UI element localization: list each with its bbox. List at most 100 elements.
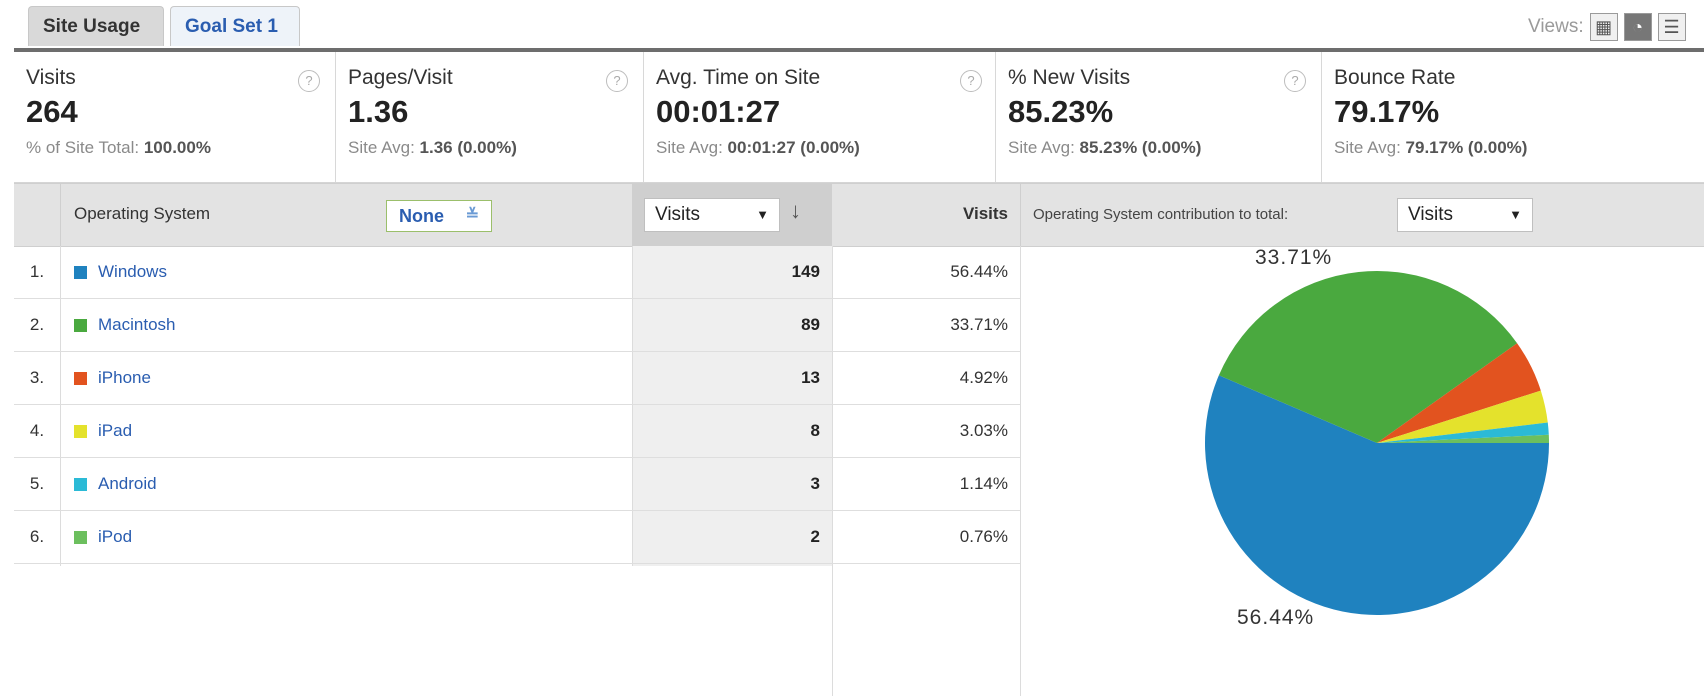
visits-value: 89 (801, 315, 820, 334)
caret-down-icon: ▼ (756, 207, 769, 222)
views-label: Views: (1528, 16, 1584, 37)
row-rank: 5. (29, 474, 45, 493)
pie-chart: 33.71% 56.44% (1020, 246, 1704, 696)
metric-visits: Visits 264 % of Site Total: 100.00% ? (14, 52, 336, 182)
series-color-swatch (74, 425, 87, 438)
visits-value: 2 (810, 527, 820, 546)
visits-header: Visits (832, 184, 1020, 246)
metric-sub-label: Site Avg: (656, 138, 723, 157)
series-color-swatch (74, 531, 87, 544)
metric-sub-value: 85.23% (0.00%) (1079, 138, 1202, 157)
metric-sub: Site Avg: 85.23% (0.00%) (1008, 138, 1321, 158)
rank-header (14, 184, 61, 246)
metric-sub-label: Site Avg: (1008, 138, 1075, 157)
metric-name: Avg. Time on Site (656, 66, 821, 89)
metric-sub-label: Site Avg: (1334, 138, 1401, 157)
report-tabs: Site Usage Goal Set 1 Views: ▦ ◔ ☰ (0, 0, 1704, 52)
pie-view-icon[interactable]: ◔ (1623, 13, 1652, 41)
contribution-metric-label: Visits (1408, 204, 1454, 225)
metric-avg-time-on-site: Avg. Time on Site 00:01:27 Site Avg: 00:… (644, 52, 996, 182)
metric-value: 79.17% (1334, 94, 1440, 129)
contribution-header: Operating System contribution to total: … (1020, 184, 1704, 246)
table-body: 1. Windows 149 56.44% 2. Macintosh 89 33.71% 3. i… (14, 246, 1020, 696)
sort-descending-icon[interactable]: ↓ (790, 198, 801, 224)
series-color-swatch (74, 372, 87, 385)
os-link[interactable]: iPod (98, 527, 132, 547)
dimension-header[interactable]: Operating System (74, 204, 210, 224)
help-icon[interactable]: ? (1284, 70, 1306, 92)
pie-label-windows: 56.44% (1237, 606, 1315, 629)
pie-label-macintosh: 33.71% (1255, 246, 1333, 269)
contribution-label: Operating System contribution to total: (1033, 206, 1289, 223)
visits-value: 149 (791, 262, 820, 281)
metric-name: % New Visits (1008, 66, 1131, 89)
contribution-metric-select[interactable]: Visits ▼ (1397, 198, 1533, 232)
visits-value: 3 (810, 474, 820, 493)
visits-percent: 3.03% (959, 421, 1008, 440)
visits-percent: 1.14% (959, 474, 1008, 493)
metric-value: 85.23% (1008, 94, 1114, 129)
tab-site-usage[interactable]: Site Usage (28, 6, 164, 46)
metric-name: Pages/Visit (348, 66, 453, 89)
metric-value: 264 (26, 94, 78, 129)
series-color-swatch (74, 319, 87, 332)
metric-bounce-rate: Bounce Rate 79.17% Site Avg: 79.17% (0.0… (1322, 52, 1704, 182)
table-header: Operating System None ≚ Visits ▼ ↓ Visit… (14, 183, 1704, 247)
pie-chart-svg (1205, 271, 1549, 615)
table-row: 2. Macintosh 89 33.71% (14, 299, 1020, 352)
table-row: 1. Windows 149 56.44% (14, 246, 1020, 299)
metric-sub-label: Site Avg: (348, 138, 415, 157)
table-row: 4. iPad 8 3.03% (14, 405, 1020, 458)
chevron-double-down-icon: ≚ (465, 207, 479, 224)
os-link[interactable]: iPhone (98, 368, 151, 388)
metric-sub: Site Avg: 1.36 (0.00%) (348, 138, 643, 158)
os-link[interactable]: iPad (98, 421, 132, 441)
metric-sub: Site Avg: 00:01:27 (0.00%) (656, 138, 995, 158)
help-icon[interactable]: ? (606, 70, 628, 92)
metric-value: 00:01:27 (656, 94, 781, 129)
sort-metric-header: Visits ▼ ↓ (632, 184, 832, 246)
help-icon[interactable]: ? (960, 70, 982, 92)
secondary-dimension-label: None (399, 206, 444, 226)
grid-view-icon[interactable]: ▦ (1589, 13, 1618, 41)
metric-pages-per-visit: Pages/Visit 1.36 Site Avg: 1.36 (0.00%) … (336, 52, 644, 182)
visits-value: 13 (801, 368, 820, 387)
metrics-scorecard: Visits 264 % of Site Total: 100.00% ? Pa… (14, 52, 1704, 183)
metric-name: Bounce Rate (1334, 66, 1456, 89)
visits-percent: 33.71% (950, 315, 1008, 334)
row-rank: 2. (29, 315, 45, 334)
metric-new-visits: % New Visits 85.23% Site Avg: 85.23% (0.… (996, 52, 1322, 182)
visits-header-label[interactable]: Visits (963, 204, 1008, 224)
os-link[interactable]: Android (98, 474, 157, 494)
series-color-swatch (74, 478, 87, 491)
series-color-swatch (74, 266, 87, 279)
metric-sub-label: % of Site Total: (26, 138, 140, 157)
row-rank: 1. (29, 262, 45, 281)
caret-down-icon: ▼ (1509, 207, 1522, 222)
metric-value: 1.36 (348, 94, 409, 129)
os-link[interactable]: Macintosh (98, 315, 175, 335)
sort-metric-select[interactable]: Visits ▼ (644, 198, 780, 232)
visits-value: 8 (810, 421, 820, 440)
visits-percent: 0.76% (959, 527, 1008, 546)
metric-name: Visits (26, 66, 76, 89)
sort-metric-label: Visits (655, 204, 701, 225)
metric-sub-value: 1.36 (0.00%) (419, 138, 517, 157)
visits-percent: 56.44% (950, 262, 1008, 281)
row-rank: 4. (29, 421, 45, 440)
table-row: 5. Android 3 1.14% (14, 458, 1020, 511)
metric-sub: Site Avg: 79.17% (0.00%) (1334, 138, 1704, 158)
row-rank: 6. (29, 527, 45, 546)
visits-percent: 4.92% (959, 368, 1008, 387)
list-view-icon[interactable]: ☰ (1657, 13, 1686, 41)
metric-sub: % of Site Total: 100.00% (26, 138, 335, 158)
metric-sub-value: 100.00% (143, 138, 211, 157)
help-icon[interactable]: ? (298, 70, 320, 92)
table-row: 6. iPod 2 0.76% (14, 511, 1020, 564)
secondary-dimension-select[interactable]: None ≚ (386, 200, 492, 232)
os-link[interactable]: Windows (98, 262, 167, 282)
table-row: 3. iPhone 13 4.92% (14, 352, 1020, 405)
tab-goal-set-1[interactable]: Goal Set 1 (170, 6, 300, 46)
metric-sub-value: 00:01:27 (0.00%) (727, 138, 860, 157)
views-switcher: Views: ▦ ◔ ☰ (1528, 12, 1686, 42)
